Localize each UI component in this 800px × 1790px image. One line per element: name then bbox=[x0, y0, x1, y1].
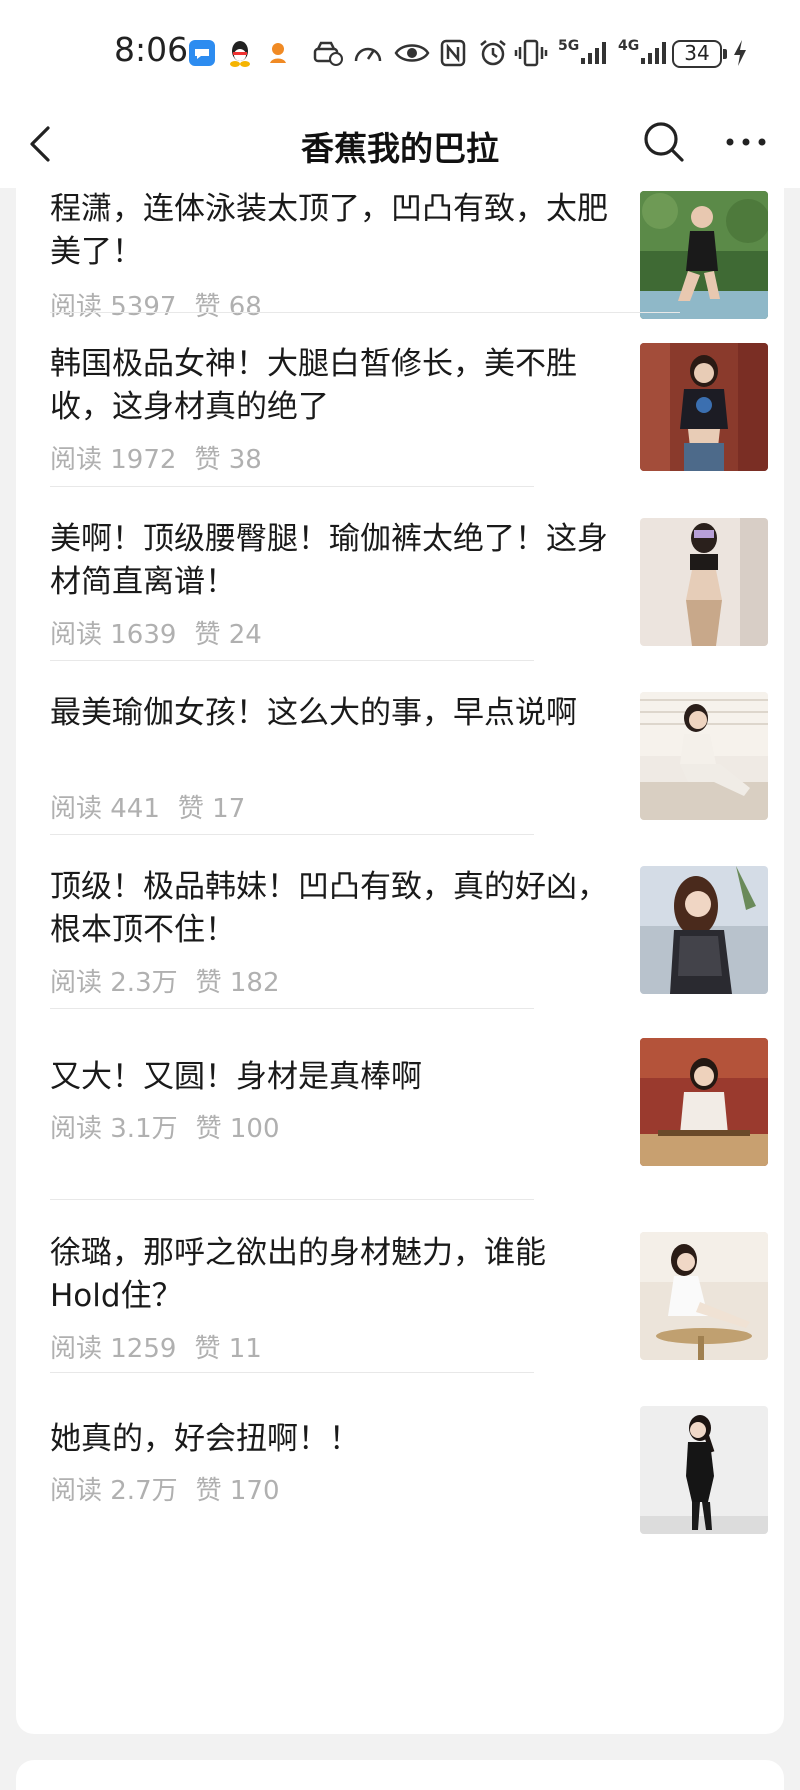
like-count: 赞 170 bbox=[195, 1476, 280, 1506]
nfc-icon bbox=[440, 38, 466, 68]
divider bbox=[50, 312, 680, 313]
article-item[interactable]: 程潇，连体泳装太顶了，凹凸有致，太肥美了！ 阅读 5397 赞 68 bbox=[50, 188, 770, 328]
article-meta: 阅读 1972 赞 38 bbox=[50, 439, 262, 476]
signal-4g-icon: 4G bbox=[618, 38, 667, 68]
article-meta: 阅读 441 赞 17 bbox=[50, 788, 245, 825]
more-options-button[interactable] bbox=[720, 118, 772, 166]
like-count: 赞 68 bbox=[194, 292, 262, 322]
speed-gauge-icon bbox=[352, 38, 384, 68]
vibrate-icon bbox=[514, 38, 548, 68]
like-count: 赞 100 bbox=[195, 1114, 280, 1144]
battery-tip bbox=[723, 49, 727, 59]
article-thumbnail[interactable] bbox=[640, 1232, 768, 1360]
battery-indicator: 34 bbox=[672, 40, 722, 68]
article-title: 最美瑜伽女孩！这么大的事，早点说啊 bbox=[50, 695, 577, 731]
article-thumbnail[interactable] bbox=[640, 866, 768, 994]
article-thumbnail[interactable] bbox=[640, 1038, 768, 1166]
car-mode-icon bbox=[312, 38, 344, 68]
like-count: 赞 38 bbox=[194, 445, 262, 475]
article-item[interactable]: 徐璐，那呼之欲出的身材魅力，谁能Hold住？ 阅读 1259 赞 11 bbox=[50, 1232, 770, 1402]
divider bbox=[50, 1008, 534, 1009]
eye-comfort-icon bbox=[394, 38, 430, 68]
article-thumbnail[interactable] bbox=[640, 692, 768, 820]
article-item[interactable]: 美啊！顶级腰臀腿！瑜伽裤太绝了！这身材简直离谱！ 阅读 1639 赞 24 bbox=[50, 518, 770, 688]
article-title: 顶级！极品韩妹！凹凸有致，真的好凶，根本顶不住！ bbox=[50, 869, 608, 948]
like-count: 赞 24 bbox=[194, 620, 262, 650]
read-count: 阅读 2.3万 bbox=[50, 968, 178, 998]
article-list: 程潇，连体泳装太顶了，凹凸有致，太肥美了！ 阅读 5397 赞 68 韩国极品女神… bbox=[16, 188, 784, 1734]
article-title: 程潇，连体泳装太顶了，凹凸有致，太肥美了！ bbox=[50, 191, 608, 270]
read-count: 阅读 3.1万 bbox=[50, 1114, 178, 1144]
divider bbox=[50, 1372, 534, 1373]
article-meta: 阅读 5397 赞 68 bbox=[50, 286, 262, 323]
divider bbox=[50, 1199, 534, 1200]
article-title: 她真的，好会扭啊！！ bbox=[50, 1421, 360, 1457]
article-meta: 阅读 3.1万赞 100 bbox=[50, 1108, 280, 1145]
divider bbox=[50, 834, 534, 835]
article-meta: 阅读 1259 赞 11 bbox=[50, 1328, 262, 1365]
read-count: 阅读 1259 bbox=[50, 1334, 177, 1364]
alarm-icon bbox=[478, 38, 508, 68]
article-thumbnail[interactable] bbox=[640, 191, 768, 319]
article-thumbnail[interactable] bbox=[640, 518, 768, 646]
more-dots-icon bbox=[726, 138, 766, 146]
like-count: 赞 182 bbox=[195, 968, 280, 998]
status-bar: 8:06 5G 4G 34 bbox=[0, 0, 800, 100]
article-meta: 阅读 2.7万赞 170 bbox=[50, 1470, 280, 1507]
read-count: 阅读 2.7万 bbox=[50, 1476, 178, 1506]
charging-bolt-icon bbox=[732, 38, 748, 68]
like-count: 赞 11 bbox=[194, 1334, 262, 1364]
article-meta: 阅读 1639 赞 24 bbox=[50, 614, 262, 651]
article-title: 韩国极品女神！大腿白皙修长，美不胜收，这身材真的绝了 bbox=[50, 346, 577, 425]
read-count: 阅读 5397 bbox=[50, 292, 177, 322]
search-icon bbox=[644, 122, 684, 162]
read-count: 阅读 1639 bbox=[50, 620, 177, 650]
qq-icon bbox=[226, 38, 254, 68]
divider bbox=[50, 486, 534, 487]
article-meta: 阅读 2.3万赞 182 bbox=[50, 962, 280, 999]
article-item[interactable]: 她真的，好会扭啊！！ 阅读 2.7万赞 170 bbox=[50, 1406, 770, 1576]
signal-5g-icon: 5G bbox=[558, 38, 607, 68]
read-count: 阅读 441 bbox=[50, 794, 160, 824]
read-count: 阅读 1972 bbox=[50, 445, 177, 475]
article-thumbnail[interactable] bbox=[640, 1406, 768, 1534]
nav-bar: 香蕉我的巴拉 bbox=[0, 100, 800, 188]
article-title: 徐璐，那呼之欲出的身材魅力，谁能Hold住？ bbox=[50, 1235, 546, 1314]
status-time: 8:06 bbox=[114, 30, 189, 69]
app-notification-icon bbox=[264, 38, 292, 68]
next-card-peek bbox=[16, 1760, 784, 1790]
like-count: 赞 17 bbox=[177, 794, 246, 824]
message-app-icon bbox=[188, 38, 216, 68]
divider bbox=[50, 660, 534, 661]
article-title: 又大！又圆！身材是真棒啊 bbox=[50, 1059, 422, 1095]
article-title: 美啊！顶级腰臀腿！瑜伽裤太绝了！这身材简直离谱！ bbox=[50, 521, 608, 600]
article-item[interactable]: 又大！又圆！身材是真棒啊 阅读 3.1万赞 100 bbox=[50, 1038, 770, 1208]
article-item[interactable]: 最美瑜伽女孩！这么大的事，早点说啊 阅读 441 赞 17 bbox=[50, 692, 770, 862]
search-button[interactable] bbox=[640, 118, 688, 166]
article-thumbnail[interactable] bbox=[640, 343, 768, 471]
article-item[interactable]: 韩国极品女神！大腿白皙修长，美不胜收，这身材真的绝了 阅读 1972 赞 38 bbox=[50, 343, 770, 513]
article-item[interactable]: 顶级！极品韩妹！凹凸有致，真的好凶，根本顶不住！ 阅读 2.3万赞 182 bbox=[50, 866, 770, 1036]
